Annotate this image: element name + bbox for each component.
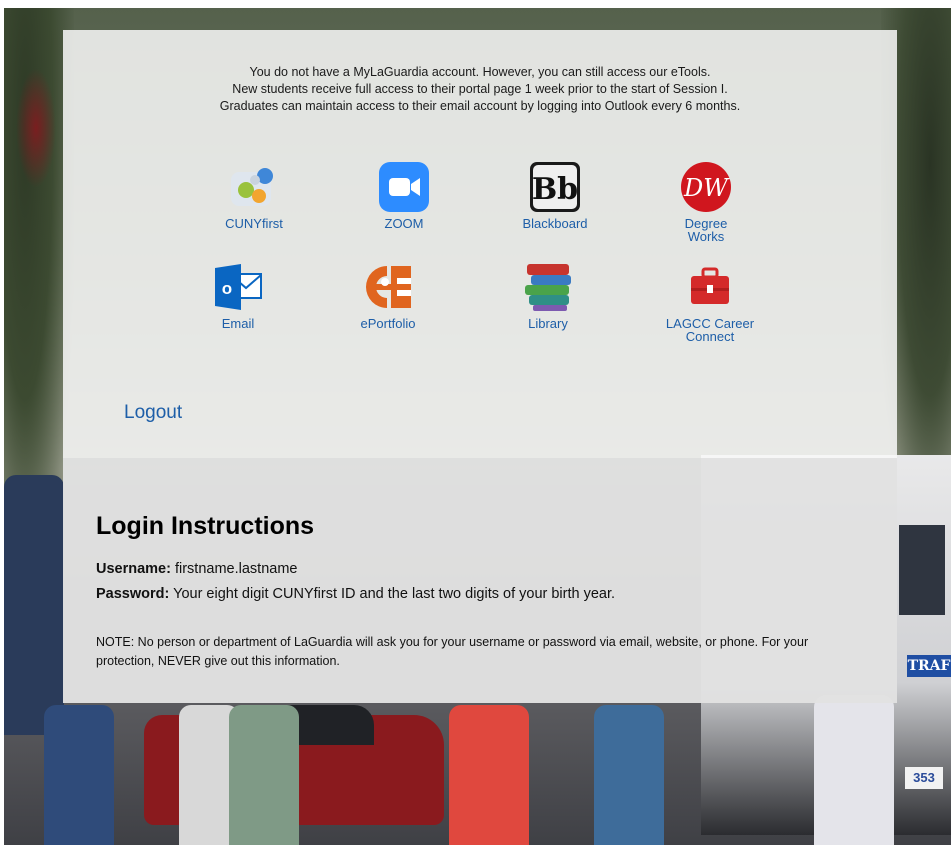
blackboard-icon: Bb <box>530 162 580 212</box>
pedestrian <box>4 475 64 735</box>
email-label: Email <box>221 316 255 331</box>
degreeworks-label-line-2: Works <box>687 229 725 244</box>
degreeworks-icon-text: DW <box>683 174 730 202</box>
email-link[interactable]: o Email <box>183 262 293 330</box>
intro-line-1: You do not have a MyLaGuardia account. H… <box>249 65 711 79</box>
username-value: firstname.lastname <box>170 561 298 577</box>
eportfolio-icon <box>363 262 413 312</box>
outlook-icon: o <box>213 262 263 312</box>
pedestrian <box>229 705 299 845</box>
email-icon-text: o <box>222 279 232 298</box>
library-label: Library <box>528 316 568 331</box>
login-instructions-heading: Login Instructions <box>96 512 315 540</box>
zoom-icon <box>379 162 429 212</box>
security-note: NOTE: No person or department of LaGuard… <box>96 635 809 668</box>
degreeworks-icon: DW <box>681 162 731 212</box>
username-label: Username: <box>96 561 171 577</box>
truck-stripe: TRAF <box>907 655 951 677</box>
cunyfirst-icon <box>229 162 279 212</box>
truck-window <box>899 525 945 615</box>
etools-panel: You do not have a MyLaGuardia account. H… <box>63 30 897 458</box>
eportfolio-link[interactable]: ePortfolio <box>333 262 443 330</box>
blackboard-label: Blackboard <box>522 216 588 231</box>
degreeworks-link[interactable]: DW Degree Works <box>651 162 761 243</box>
blackboard-link[interactable]: Bb Blackboard <box>500 162 610 230</box>
zoom-label: ZOOM <box>384 216 424 231</box>
eportfolio-label: ePortfolio <box>360 316 416 331</box>
pedestrian <box>44 705 114 845</box>
pedestrian <box>814 695 894 845</box>
password-label: Password: <box>96 586 170 602</box>
library-link[interactable]: Library <box>493 262 603 330</box>
blackboard-icon-text: Bb <box>532 172 578 207</box>
login-instructions-panel: Login Instructions Username: firstname.l… <box>63 458 897 703</box>
red-leaves <box>16 68 56 188</box>
password-line: Password: Your eight digit CUNYfirst ID … <box>96 586 615 602</box>
intro-line-2: New students receive full access to thei… <box>232 82 728 96</box>
password-value: Your eight digit CUNYfirst ID and the la… <box>169 586 616 602</box>
cunyfirst-label: CUNYfirst <box>225 216 283 231</box>
logout-link[interactable]: Logout <box>124 402 182 424</box>
career-connect-link[interactable]: LAGCC Career Connect <box>655 262 765 343</box>
intro-line-3: Graduates can maintain access to their e… <box>219 99 741 113</box>
pedestrian <box>594 705 664 845</box>
briefcase-icon <box>685 262 735 312</box>
license-plate: 353 <box>905 767 943 789</box>
intro-text: You do not have a MyLaGuardia account. H… <box>63 64 897 115</box>
username-line: Username: firstname.lastname <box>96 561 297 577</box>
library-books-icon <box>523 262 573 312</box>
zoom-link[interactable]: ZOOM <box>349 162 459 230</box>
career-connect-label-line-2: Connect <box>685 329 735 344</box>
cunyfirst-link[interactable]: CUNYfirst <box>199 162 309 230</box>
pedestrian <box>449 705 529 845</box>
